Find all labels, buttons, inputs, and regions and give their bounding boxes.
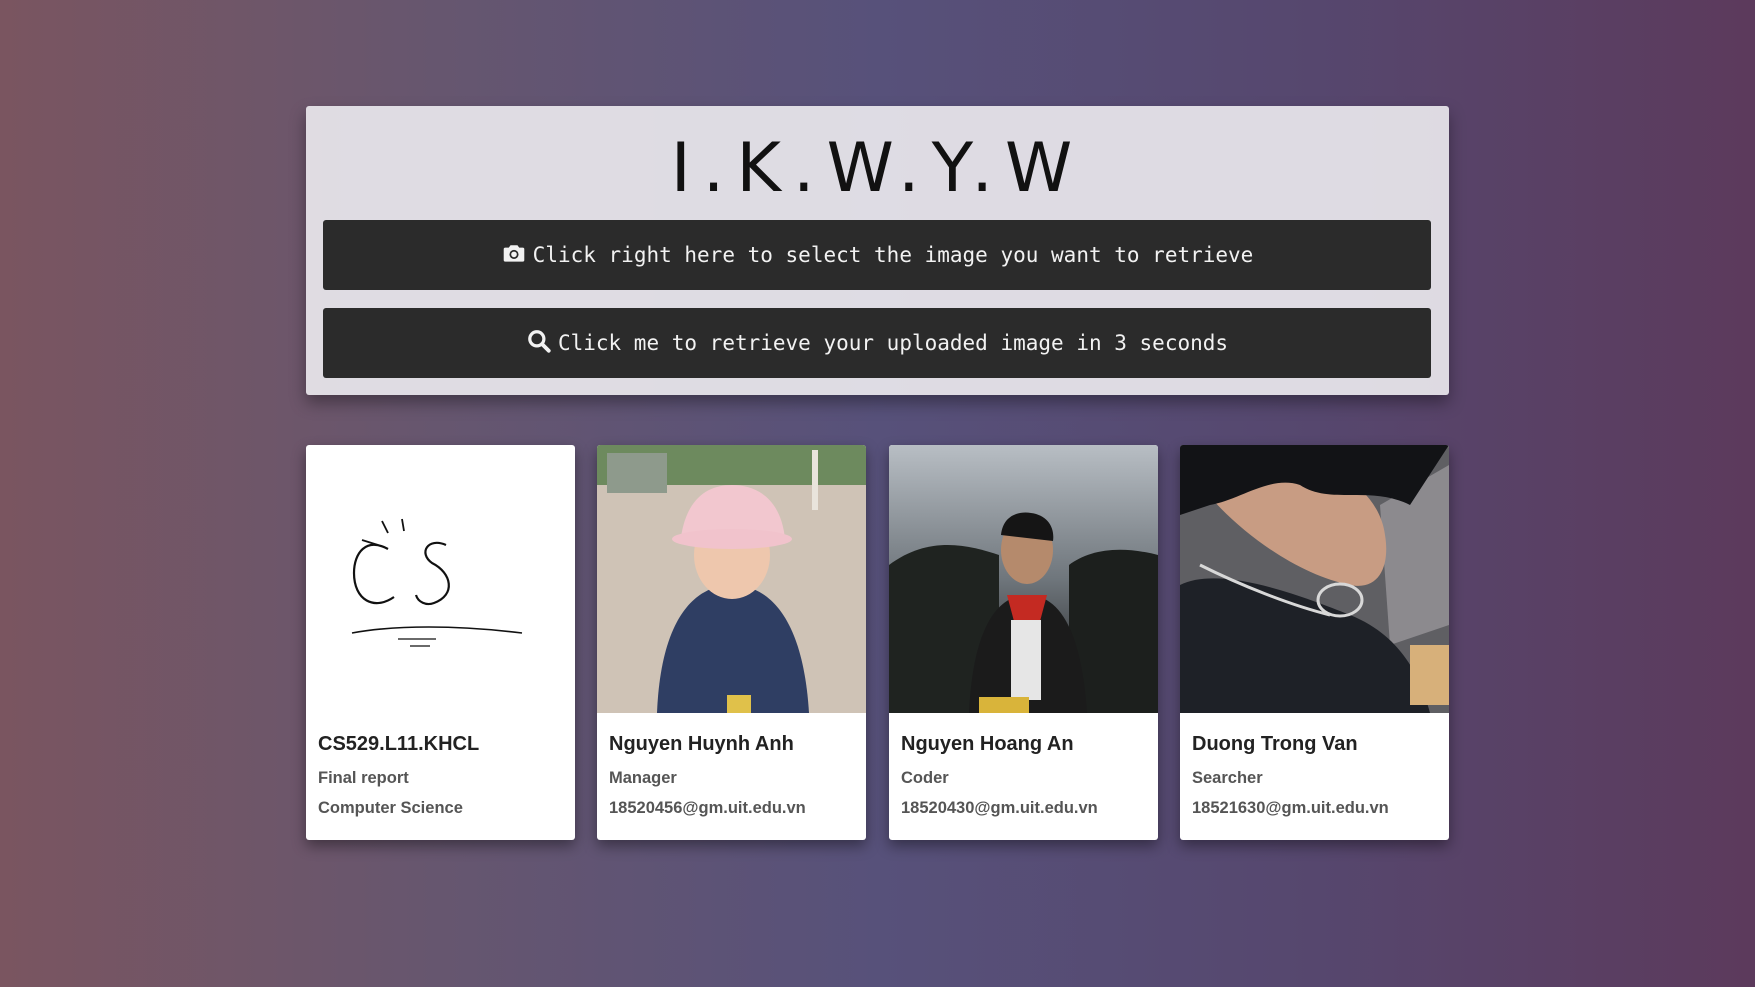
course-subtitle: Final report [318,769,409,787]
retrieve-image-button[interactable]: Click me to retrieve your uploaded image… [323,308,1431,378]
course-department: Computer Science [318,799,463,817]
header-panel: I.K.W.Y.W Click right here to select the… [306,106,1449,395]
member-role: Manager [609,769,677,787]
member-email: 18521630@gm.uit.edu.vn [1192,799,1389,817]
member-role: Searcher [1192,769,1263,787]
camera-icon [501,240,527,271]
select-image-button[interactable]: Click right here to select the image you… [323,220,1431,290]
member-email: 18520456@gm.uit.edu.vn [609,799,806,817]
member-photo [889,445,1158,713]
member-name: Duong Trong Van [1192,733,1358,755]
member-card: Nguyen Hoang An Coder 18520430@gm.uit.ed… [889,445,1158,840]
select-image-label: Click right here to select the image you… [532,243,1254,267]
app-title: I.K.W.Y.W [670,129,1085,208]
member-role: Coder [901,769,949,787]
member-photo [597,445,866,713]
member-name: Nguyen Huynh Anh [609,733,794,755]
member-photo [1180,445,1449,713]
course-card: CS529.L11.KHCL Final report Computer Sci… [306,445,575,840]
course-code: CS529.L11.KHCL [318,733,480,755]
member-card: Duong Trong Van Searcher 18521630@gm.uit… [1180,445,1449,840]
member-name: Nguyen Hoang An [901,733,1074,755]
member-card: Nguyen Huynh Anh Manager 18520456@gm.uit… [597,445,866,840]
search-icon [526,328,552,359]
retrieve-image-label: Click me to retrieve your uploaded image… [557,331,1229,355]
cs-logo-image [306,445,575,713]
member-email: 18520430@gm.uit.edu.vn [901,799,1098,817]
